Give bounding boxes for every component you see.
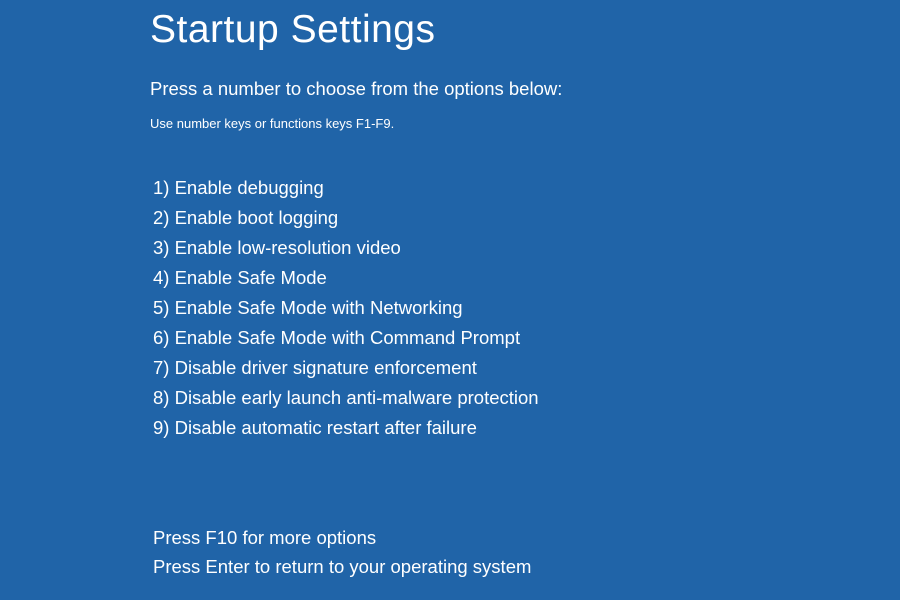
page-title: Startup Settings	[150, 8, 900, 52]
startup-settings-screen: Startup Settings Press a number to choos…	[0, 0, 900, 581]
option-1[interactable]: 1) Enable debugging	[153, 173, 900, 203]
footer-return: Press Enter to return to your operating …	[153, 552, 900, 581]
instruction-text: Press a number to choose from the option…	[150, 78, 900, 100]
option-2[interactable]: 2) Enable boot logging	[153, 203, 900, 233]
option-4[interactable]: 4) Enable Safe Mode	[153, 263, 900, 293]
option-6[interactable]: 6) Enable Safe Mode with Command Prompt	[153, 323, 900, 353]
options-list: 1) Enable debugging 2) Enable boot loggi…	[153, 173, 900, 443]
footer-more-options: Press F10 for more options	[153, 523, 900, 552]
option-7[interactable]: 7) Disable driver signature enforcement	[153, 353, 900, 383]
option-8[interactable]: 8) Disable early launch anti-malware pro…	[153, 383, 900, 413]
hint-text: Use number keys or functions keys F1-F9.	[150, 116, 900, 131]
option-9[interactable]: 9) Disable automatic restart after failu…	[153, 413, 900, 443]
option-3[interactable]: 3) Enable low-resolution video	[153, 233, 900, 263]
option-5[interactable]: 5) Enable Safe Mode with Networking	[153, 293, 900, 323]
